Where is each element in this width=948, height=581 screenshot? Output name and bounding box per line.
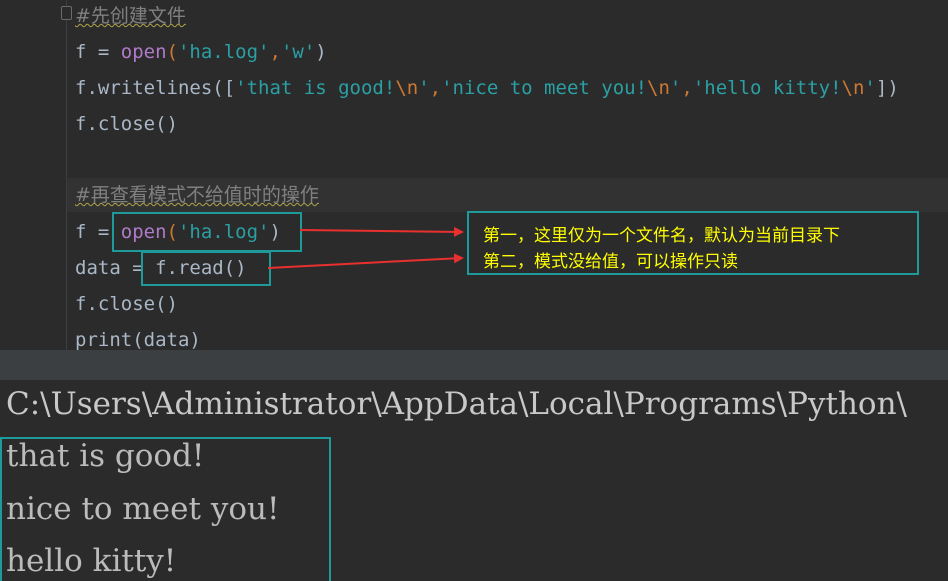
annotation-callout: 第一，这里仅为一个文件名，默认为当前目录下 第二，模式没给值，可以操作只读 (467, 211, 919, 275)
code-line-9: print(data) (75, 329, 201, 350)
code-line-3: f.writelines(['that is good!\n','nice to… (75, 77, 899, 99)
open-call-highlight-box (112, 212, 302, 252)
code-line-8: f.close() (75, 293, 178, 315)
read-call-highlight-box (141, 251, 271, 286)
gutter-divider (66, 0, 67, 350)
run-console[interactable]: C:\Users\Administrator\AppData\Local\Pro… (0, 380, 948, 581)
annotation-line-1: 第一，这里仅为一个文件名，默认为当前目录下 (483, 226, 840, 246)
code-line-2: f = open('ha.log','w') (75, 41, 327, 63)
code-line-4: f.close() (75, 113, 178, 135)
code-line-5: #再查看模式不给值时的操作 (75, 184, 319, 206)
console-path-line: C:\Users\Administrator\AppData\Local\Pro… (6, 386, 907, 422)
code-line-1: #先创建文件 (75, 5, 186, 27)
output-highlight-box (0, 437, 331, 581)
code-editor[interactable]: #先创建文件 f = open('ha.log','w') f.writelin… (0, 0, 948, 350)
fold-marker-icon[interactable] (61, 6, 72, 20)
annotation-line-2: 第二，模式没给值，可以操作只读 (483, 252, 738, 272)
panel-divider[interactable] (0, 350, 948, 380)
